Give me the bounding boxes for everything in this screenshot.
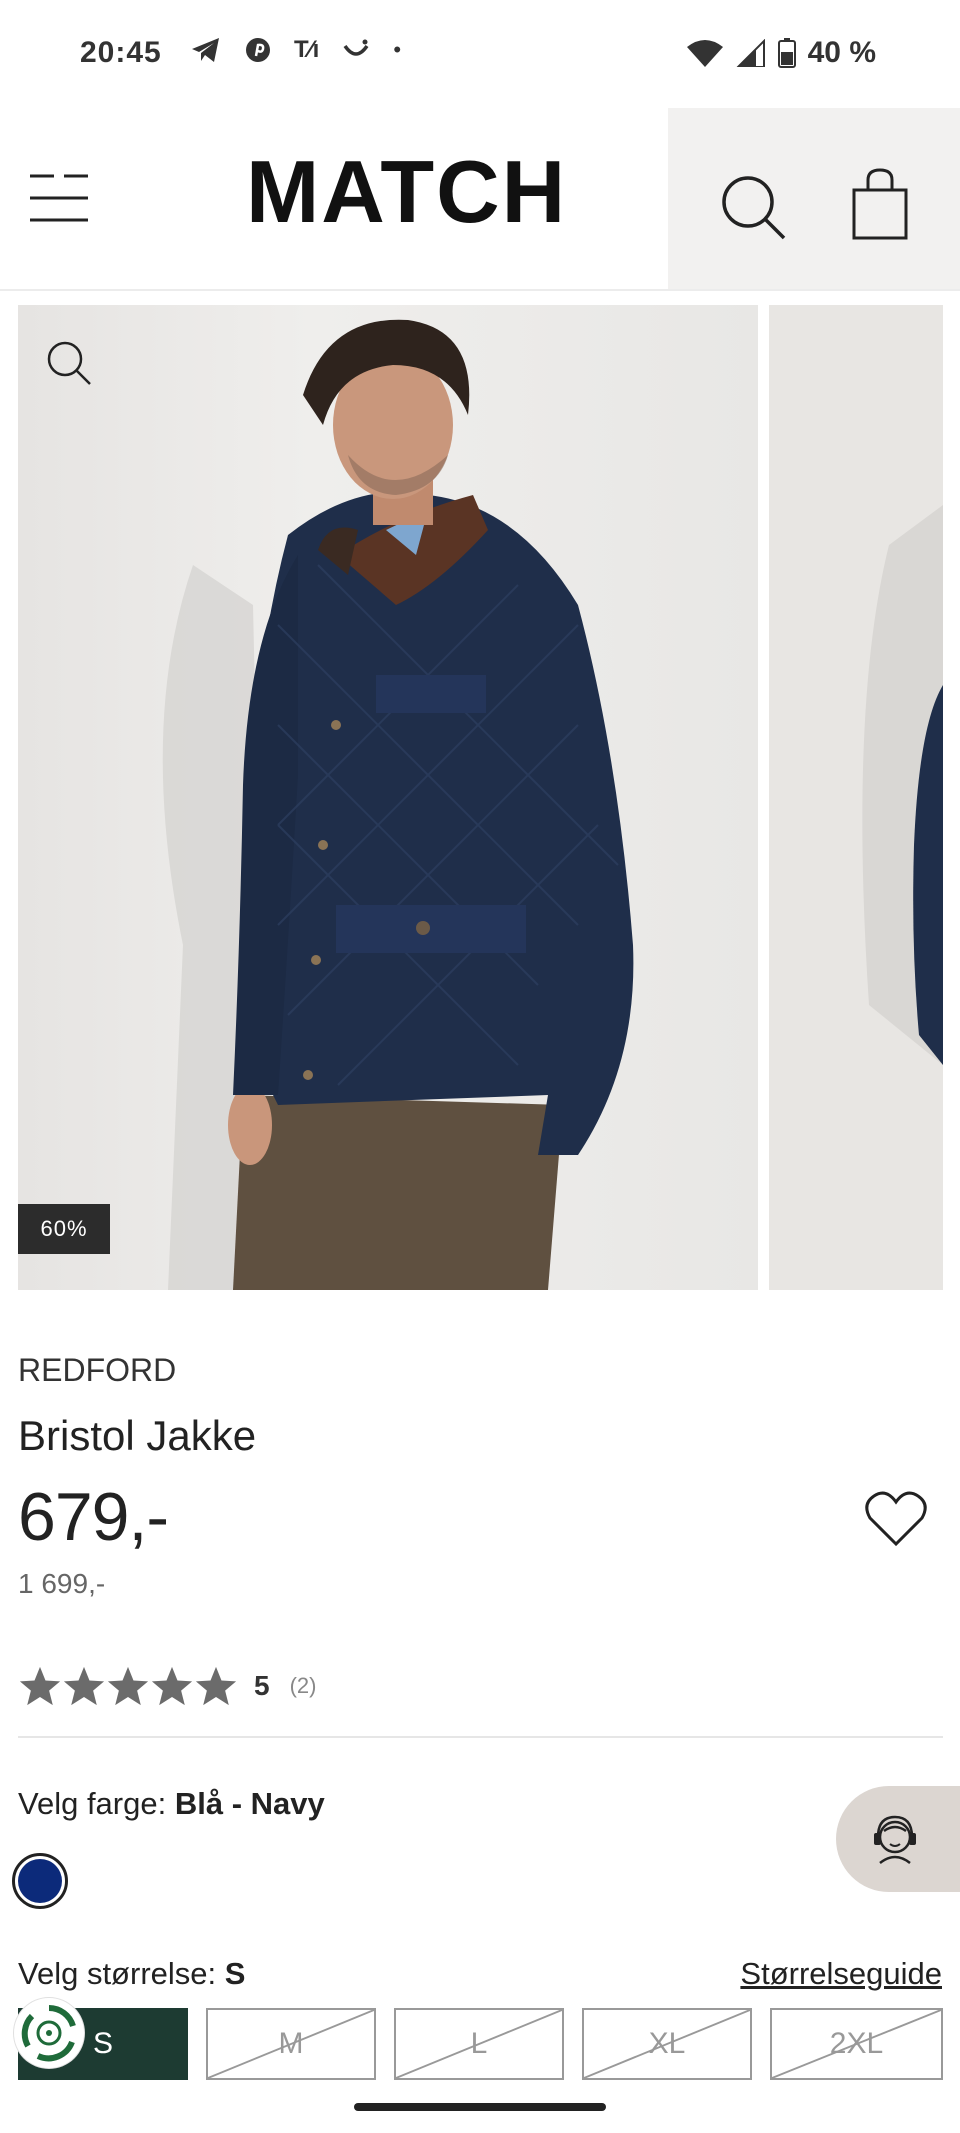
size-option-l[interactable]: L: [394, 2008, 564, 2080]
star-icon: [151, 1666, 193, 1706]
color-label: Velg farge: Blå - Navy: [18, 1786, 325, 1822]
product-price: 679,-: [18, 1479, 169, 1555]
color-selected: Blå - Navy: [174, 1786, 325, 1821]
more-dot-icon: •: [393, 37, 402, 62]
recycle-badge[interactable]: [14, 1998, 84, 2068]
size-guide-link[interactable]: Størrelseguide: [740, 1956, 942, 1992]
rating-value: 5: [254, 1670, 270, 1701]
section-divider: [18, 1736, 943, 1738]
translate-icon: T⁄ı: [294, 36, 320, 63]
wishlist-heart-icon[interactable]: [864, 1490, 928, 1548]
home-gesture-bar[interactable]: [354, 2103, 606, 2111]
size-option-m[interactable]: M: [206, 2008, 376, 2080]
header-actions-bg: [668, 108, 960, 290]
recycle-icon: [21, 2005, 76, 2062]
sold-out-strike: [772, 2010, 941, 2078]
size-label: Velg størrelse: S: [18, 1956, 245, 1992]
sold-out-strike: [396, 2010, 562, 2078]
telegram-icon: [192, 38, 219, 62]
star-icon: [107, 1666, 149, 1706]
status-notification-icons: T⁄ı •: [190, 36, 401, 64]
search-icon[interactable]: [718, 172, 788, 242]
header-divider: [0, 289, 960, 291]
color-swatch-navy[interactable]: [12, 1853, 68, 1909]
product-old-price: 1 699,-: [18, 1568, 106, 1599]
rating-row[interactable]: 5 (2): [18, 1665, 316, 1707]
jacket-photo-partial: [862, 505, 943, 1065]
product-title: Bristol Jakke: [18, 1412, 257, 1459]
smile-icon: [343, 39, 369, 56]
size-option-xl[interactable]: XL: [582, 2008, 752, 2080]
sold-out-strike: [584, 2010, 750, 2078]
product-image-main[interactable]: [18, 305, 758, 1290]
rating-count: (2): [289, 1673, 317, 1698]
pinterest-icon: [246, 38, 270, 62]
site-logo[interactable]: MATCH: [246, 148, 567, 236]
status-system: 40 %: [686, 36, 876, 70]
customer-service-chat-button[interactable]: [836, 1786, 960, 1892]
cart-bag-icon[interactable]: [850, 168, 910, 240]
size-options: S M L XL 2XL: [18, 2008, 943, 2080]
battery-icon: [777, 38, 796, 68]
model-jacket-photo: [162, 319, 634, 1290]
star-icon: [195, 1666, 237, 1706]
wifi-icon: [686, 40, 723, 67]
headset-agent-icon: [874, 1815, 916, 1865]
status-time: 20:45: [80, 36, 162, 69]
star-icon: [19, 1666, 61, 1706]
star-icon: [63, 1666, 105, 1706]
product-image-next[interactable]: [769, 305, 943, 1290]
size-option-label: S: [92, 2027, 113, 2060]
sold-out-strike: [208, 2010, 374, 2078]
zoom-icon[interactable]: [44, 338, 94, 388]
product-brand[interactable]: REDFORD: [18, 1352, 176, 1389]
color-label-text: Velg farge:: [18, 1786, 167, 1821]
size-option-2xl[interactable]: 2XL: [770, 2008, 943, 2080]
size-selected: S: [224, 1956, 246, 1991]
menu-icon[interactable]: [28, 172, 90, 224]
color-swatch-fill: [18, 1859, 62, 1903]
size-label-text: Velg størrelse:: [18, 1956, 217, 1991]
discount-badge: 60%: [18, 1204, 110, 1254]
signal-icon: [736, 39, 765, 67]
battery-percent: 40 %: [807, 36, 876, 69]
